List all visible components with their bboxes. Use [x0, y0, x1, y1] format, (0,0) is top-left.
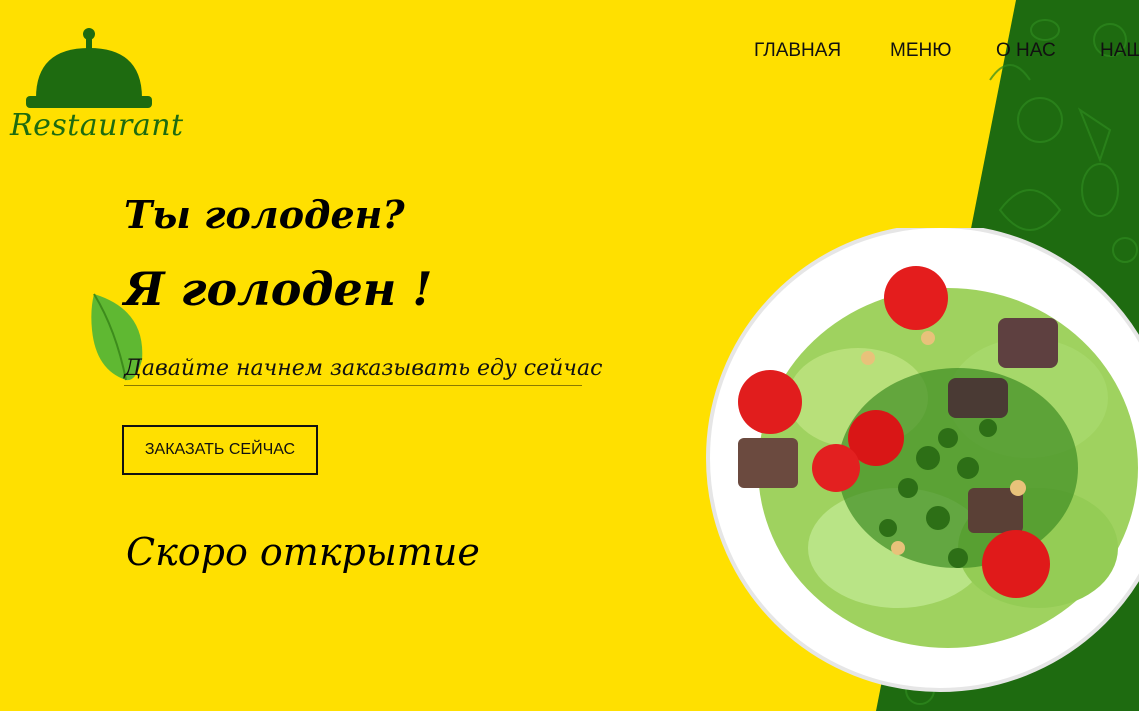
nav-item-menu[interactable]: МЕНЮ: [890, 40, 951, 62]
coming-soon-text: Скоро открытие: [126, 530, 480, 574]
main-nav: ГЛАВНАЯ МЕНЮ О НАС НАШ: [754, 40, 1139, 66]
hero-heading-answer: Я голоден !: [124, 262, 433, 316]
salad-plate-image: [706, 228, 1139, 692]
order-now-button[interactable]: ЗАКАЗАТЬ СЕЙЧАС: [122, 425, 318, 475]
nav-item-our[interactable]: НАШ: [1100, 40, 1139, 62]
nav-item-home[interactable]: ГЛАВНАЯ: [754, 40, 841, 62]
hero-heading-question: Ты голоден?: [124, 192, 405, 237]
nav-item-about[interactable]: О НАС: [996, 40, 1056, 62]
logo-text: Restaurant: [10, 108, 184, 143]
hero-tagline: Давайте начнем заказывать еду сейчас: [124, 356, 602, 386]
